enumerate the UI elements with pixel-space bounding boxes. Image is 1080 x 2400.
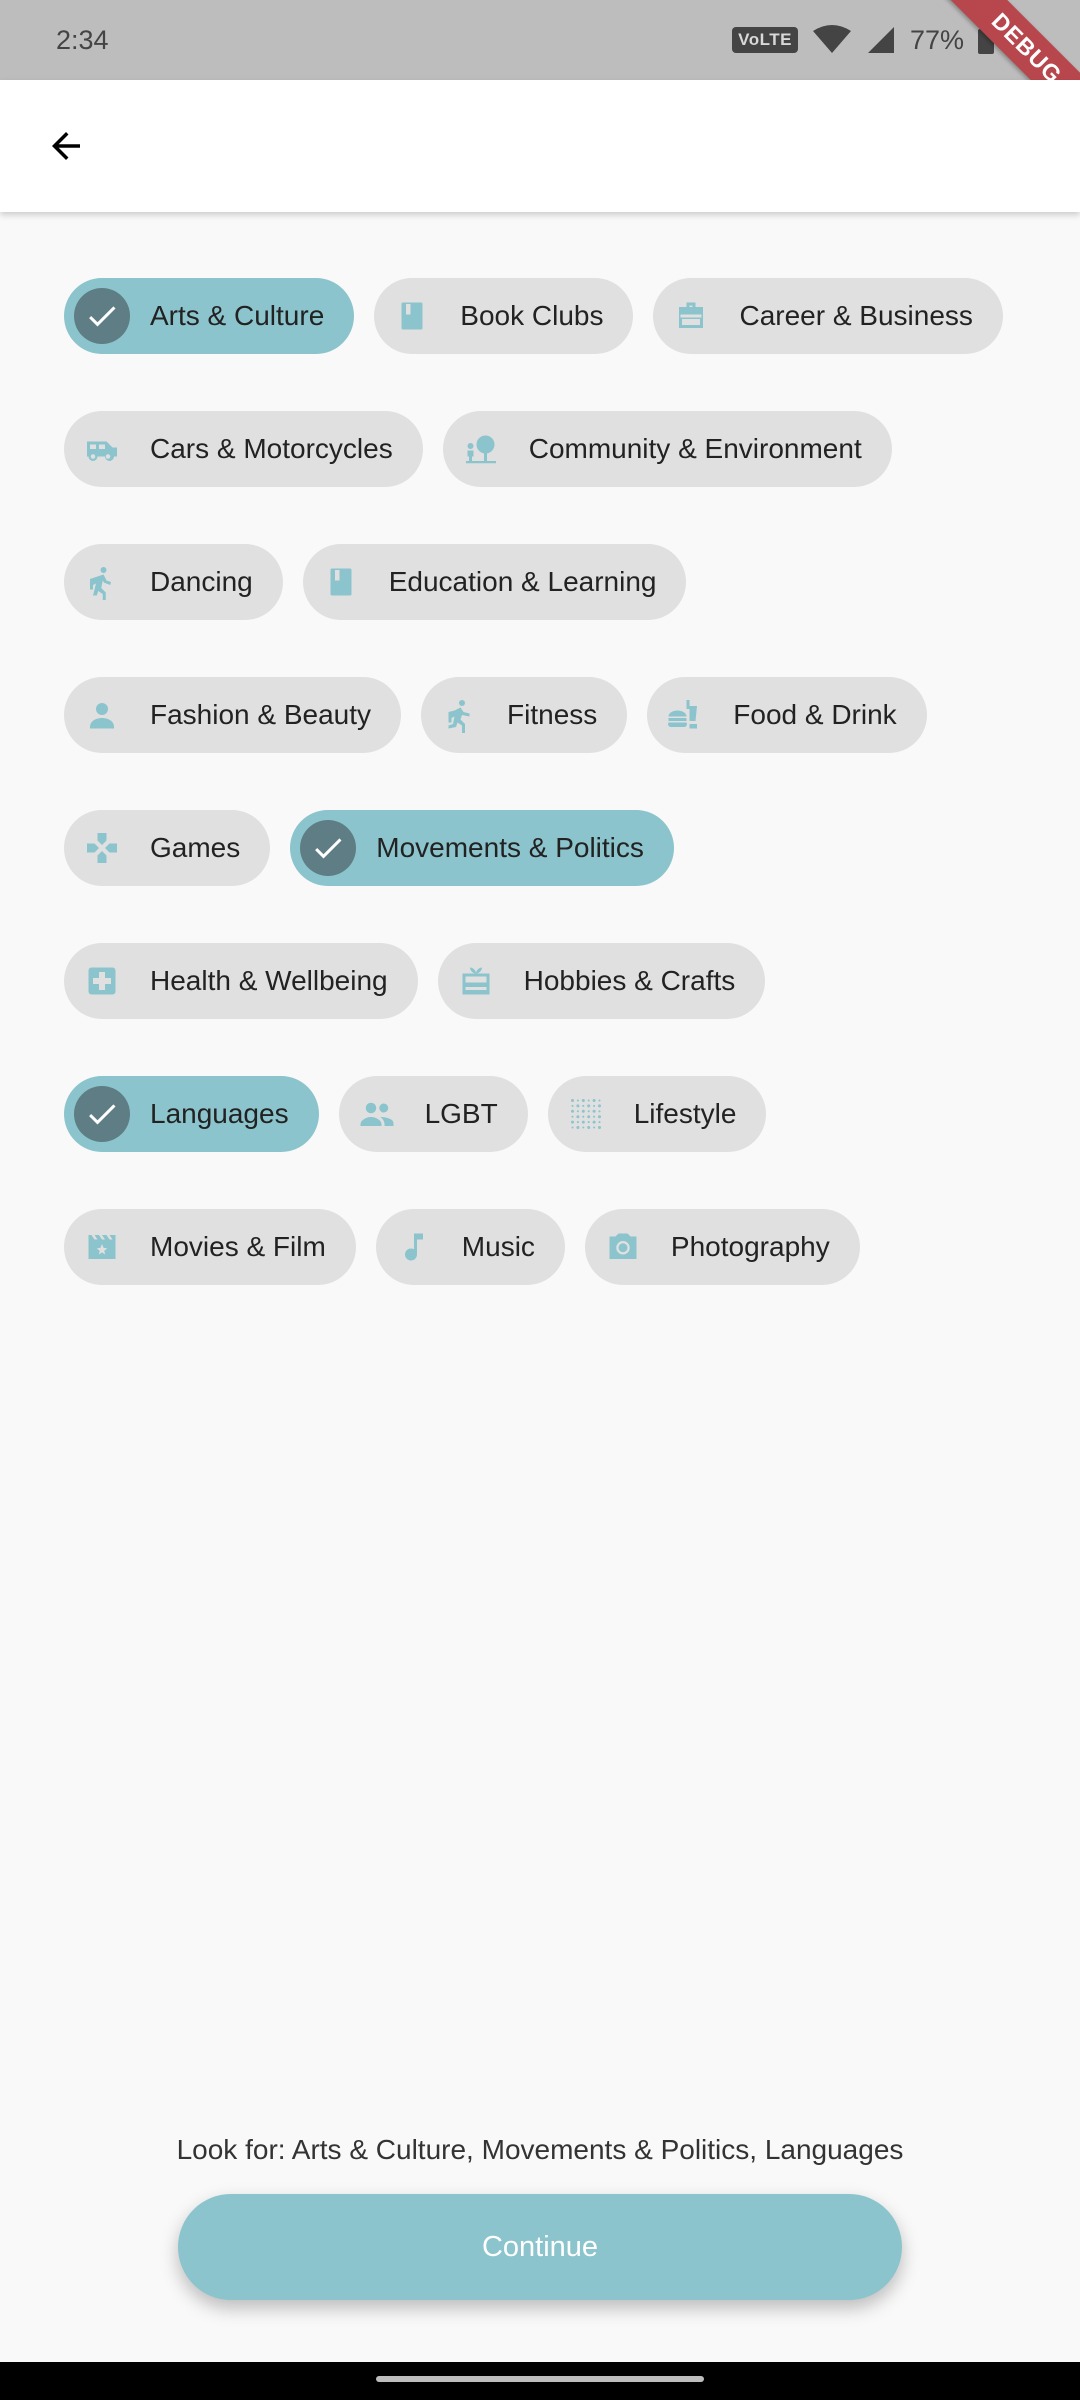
chip-food-drink[interactable]: Food & Drink [647, 677, 927, 753]
book-icon [384, 288, 440, 344]
chip-row: Languages LGBT Lifestyle [64, 1076, 1044, 1152]
wifi-icon [812, 25, 851, 53]
chip-languages[interactable]: Languages [64, 1076, 319, 1152]
chip-label: Fitness [507, 699, 598, 730]
briefcase-icon [663, 288, 719, 344]
chip-label: Dancing [150, 566, 253, 597]
book-icon [313, 554, 369, 610]
chip-hobbies-crafts[interactable]: Hobbies & Crafts [437, 943, 766, 1019]
back-button[interactable] [36, 116, 96, 176]
chip-label: Languages [150, 1098, 289, 1129]
chip-label: Music [461, 1231, 535, 1262]
selection-summary: Look for: Arts & Culture, Movements & Po… [176, 2134, 904, 2165]
app-bar [0, 80, 1080, 212]
chip-games[interactable]: Games [64, 810, 271, 886]
chip-movements-politics[interactable]: Movements & Politics [290, 810, 674, 886]
chip-row: Movies & Film Music Photography [64, 1209, 1044, 1285]
home-indicator[interactable] [376, 2376, 704, 2382]
chip-row: Dancing Education & Learning [64, 544, 1044, 620]
status-time: 2:34 [56, 24, 109, 55]
chip-label: Hobbies & Crafts [523, 965, 736, 996]
medical-cross-icon [74, 953, 130, 1009]
chip-row: Games Movements & Politics [64, 810, 1044, 886]
camera-icon [595, 1219, 651, 1275]
chip-cars-motorcycles[interactable]: Cars & Motorcycles [64, 411, 423, 487]
chip-dancing[interactable]: Dancing [64, 544, 283, 620]
chip-row: Fashion & Beauty Fitness Food & Drink [64, 677, 1044, 753]
fastfood-icon [657, 687, 713, 743]
chip-movies-film[interactable]: Movies & Film [64, 1209, 356, 1285]
music-note-icon [386, 1219, 442, 1275]
chip-health-wellbeing[interactable]: Health & Wellbeing [64, 943, 418, 1019]
check-icon [74, 288, 130, 344]
chip-lifestyle[interactable]: Lifestyle [547, 1076, 767, 1152]
nature-people-icon [453, 421, 509, 477]
people-icon [349, 1086, 405, 1142]
chip-career-business[interactable]: Career & Business [653, 278, 1003, 354]
running-person-icon [431, 687, 487, 743]
dots-grid-icon [558, 1086, 614, 1142]
person-icon [74, 687, 130, 743]
movie-icon [74, 1219, 130, 1275]
chip-label: Cars & Motorcycles [150, 433, 393, 464]
chip-education-learning[interactable]: Education & Learning [302, 544, 687, 620]
chip-fashion-beauty[interactable]: Fashion & Beauty [64, 677, 402, 753]
chip-fitness[interactable]: Fitness [421, 677, 628, 753]
volte-badge: VoLTE [732, 27, 798, 53]
chip-community-environment[interactable]: Community & Environment [442, 411, 892, 487]
chip-lgbt[interactable]: LGBT [338, 1076, 528, 1152]
chip-label: Photography [670, 1231, 830, 1262]
chip-row: Arts & Culture Book Clubs Career & Busines… [64, 278, 1044, 354]
chip-music[interactable]: Music [375, 1209, 565, 1285]
walking-person-icon [74, 554, 130, 610]
continue-button[interactable]: Continue [178, 2194, 902, 2300]
van-icon [74, 421, 130, 477]
chip-label: Book Clubs [460, 300, 604, 331]
chip-label: Movies & Film [150, 1231, 326, 1262]
chip-label: Food & Drink [733, 699, 897, 730]
chip-row: Health & Wellbeing Hobbies & Crafts [64, 943, 1044, 1019]
chip-label: Career & Business [739, 300, 973, 331]
chip-label: Movements & Politics [376, 832, 644, 863]
status-icons: VoLTE 77% [732, 25, 994, 56]
chip-arts-culture[interactable]: Arts & Culture [64, 278, 355, 354]
chip-label: Fashion & Beauty [150, 699, 372, 730]
battery-percent: 77% [909, 24, 964, 55]
chip-label: LGBT [424, 1098, 498, 1129]
chip-label: Arts & Culture [150, 300, 325, 331]
chip-label: Community & Environment [528, 433, 862, 464]
gift-card-icon [448, 953, 504, 1009]
status-bar: 2:34 VoLTE 77% [0, 0, 1080, 80]
chip-label: Games [150, 832, 241, 863]
cellular-signal-icon [867, 27, 894, 53]
arrow-back-icon [52, 132, 80, 160]
chip-photography[interactable]: Photography [584, 1209, 860, 1285]
chip-book-clubs[interactable]: Book Clubs [374, 278, 634, 354]
category-chips: Arts & Culture Book Clubs Career & Busines… [64, 278, 1044, 1342]
chip-label: Health & Wellbeing [150, 965, 388, 996]
chip-label: Lifestyle [633, 1098, 737, 1129]
check-icon [74, 1086, 130, 1142]
gamepad-icon [74, 820, 130, 876]
check-icon [300, 820, 357, 876]
system-nav-bar [0, 2362, 1080, 2400]
chip-row: Cars & Motorcycles Community & Environmen… [64, 411, 1044, 487]
chip-label: Education & Learning [388, 566, 657, 597]
